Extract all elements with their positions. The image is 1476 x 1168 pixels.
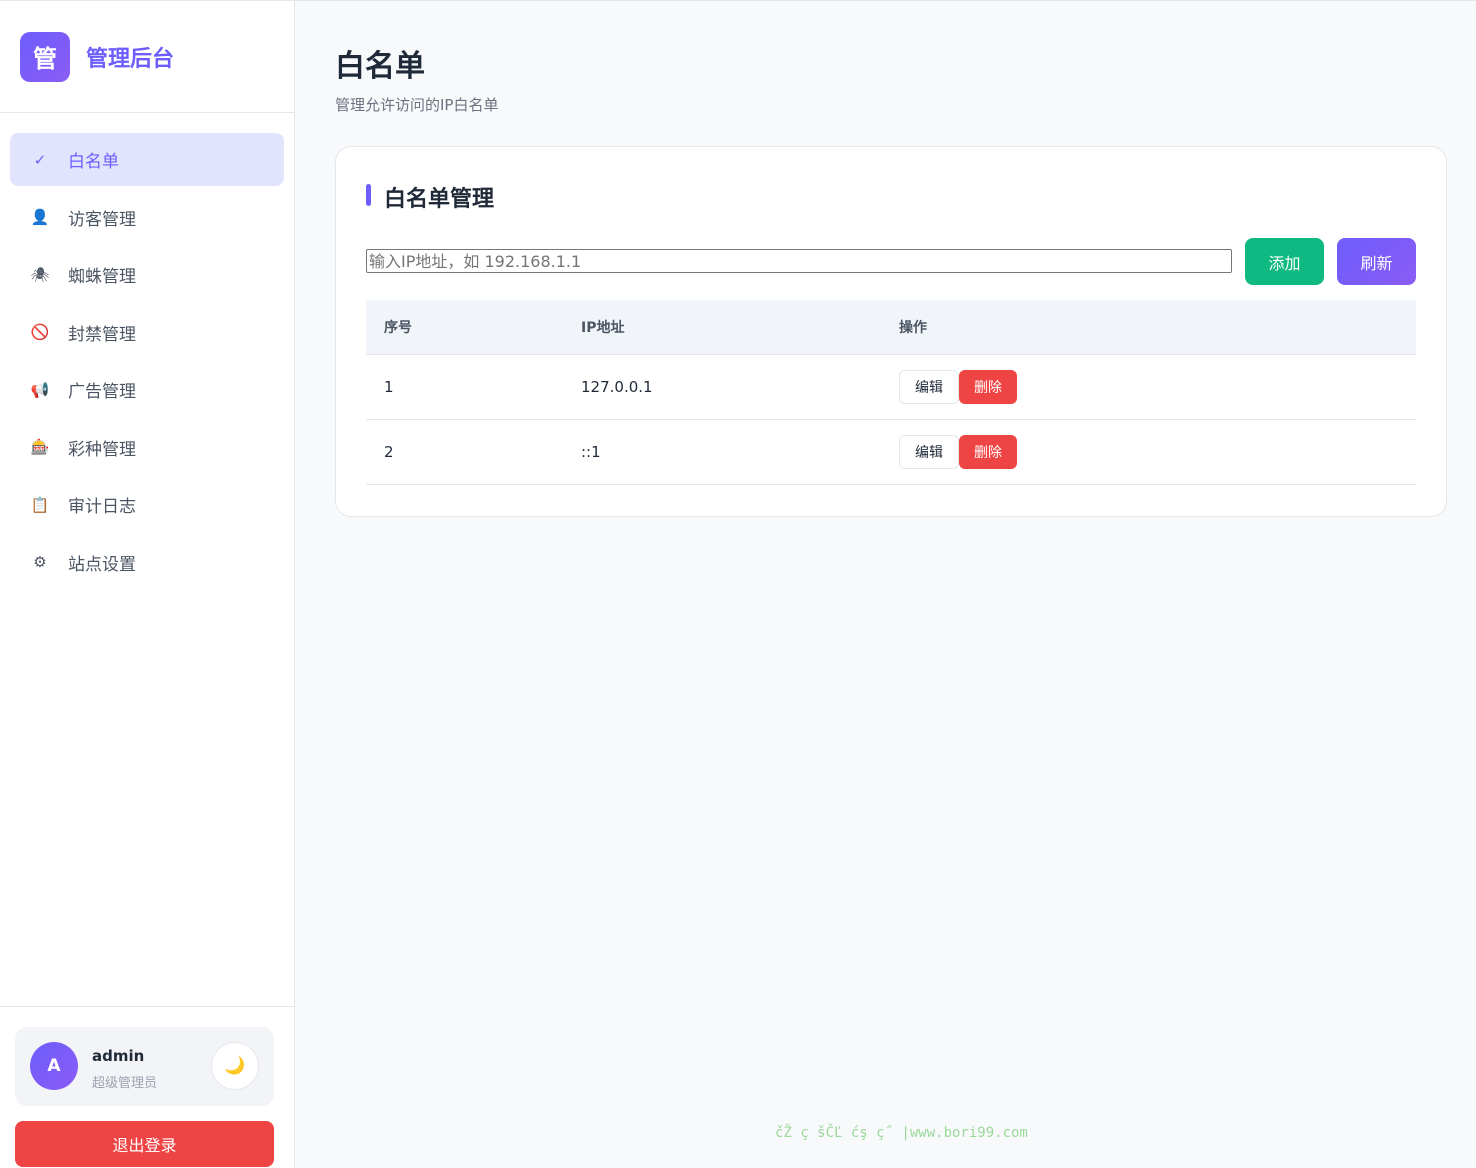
sidebar-nav: ✓ 白名单 👤 访客管理 🕷 蜘蛛管理 🚫 封禁管理 📢 广告管理 🎰 彩种管理… [0,113,294,589]
sidebar-item-label: 访客管理 [68,209,136,230]
check-icon: ✓ [33,150,47,169]
main-content: 白名单 管理允许访问的IP白名单 白名单管理 添加 刷新 序号 IP地址 操作 … [295,0,1476,1168]
page-title: 白名单 [335,49,425,84]
sidebar-item-label: 白名单 [68,152,119,172]
edit-button[interactable]: 编辑 [899,435,959,469]
cell-ip: ::1 [581,443,601,461]
add-button[interactable]: 添加 [1245,238,1324,285]
sidebar-item-label: 广告管理 [68,382,136,402]
delete-button[interactable]: 删除 [959,435,1017,469]
user-role: 超级管理员 [92,1076,158,1091]
sidebar-item-site-settings[interactable]: ⚙ 站点设置 [10,536,284,589]
megaphone-icon: 📢 [30,380,50,399]
sidebar: 管 管理后台 ✓ 白名单 👤 访客管理 🕷 蜘蛛管理 🚫 封禁管理 📢 广告管理… [0,0,295,1168]
brand: 管 管理后台 [0,1,294,113]
gear-icon: ⚙ [33,553,47,571]
column-header-index: 序号 [384,320,412,336]
edit-button[interactable]: 编辑 [899,370,959,404]
sidebar-item-label: 封禁管理 [68,324,136,345]
sidebar-item-audit-log[interactable]: 📋 审计日志 [10,478,284,531]
ip-input[interactable] [366,249,1232,273]
sidebar-item-visitors[interactable]: 👤 访客管理 [10,191,284,244]
page-subtitle: 管理允许访问的IP白名单 [335,96,499,114]
sidebar-footer: A admin 超级管理员 🌙 退出登录 [0,1006,294,1168]
spider-icon: 🕷 [30,265,50,284]
sidebar-item-lottery[interactable]: 🎰 彩种管理 [10,421,284,474]
moon-icon: 🌙 [224,1056,246,1076]
brand-logo: 管 [20,31,70,82]
avatar: A [30,1042,78,1090]
slot-machine-icon: 🎰 [30,438,50,456]
whitelist-card: 白名单管理 添加 刷新 序号 IP地址 操作 1 127.0.0.1 编辑 删除… [335,146,1447,517]
refresh-button[interactable]: 刷新 [1337,238,1416,285]
sidebar-item-label: 站点设置 [68,554,136,575]
table-header: 序号 IP地址 操作 [366,300,1416,355]
cell-ip: 127.0.0.1 [581,378,653,396]
cell-index: 2 [384,443,394,461]
column-header-ip: IP地址 [581,320,625,336]
ban-icon: 🚫 [30,323,50,341]
brand-name: 管理后台 [86,46,175,72]
cell-actions: 编辑 删除 [899,435,1416,469]
table-row: 1 127.0.0.1 编辑 删除 [366,355,1416,420]
sidebar-item-label: 蜘蛛管理 [68,267,136,287]
clipboard-icon: 📋 [30,495,50,514]
user-name: admin [92,1047,145,1065]
whitelist-table: 序号 IP地址 操作 1 127.0.0.1 编辑 删除 2 ::1 编辑 删除 [366,300,1416,485]
sidebar-item-spiders[interactable]: 🕷 蜘蛛管理 [10,248,284,301]
column-header-actions: 操作 [899,320,927,336]
theme-toggle-button[interactable]: 🌙 [211,1042,259,1090]
sidebar-item-label: 审计日志 [68,497,136,517]
delete-button[interactable]: 删除 [959,370,1017,404]
footer-text: čŽ ç šČĽ ćş ç˝ |www.bori99.com [775,1125,1028,1141]
sidebar-item-bans[interactable]: 🚫 封禁管理 [10,306,284,359]
table-row: 2 ::1 编辑 删除 [366,420,1416,485]
sidebar-item-label: 彩种管理 [68,439,136,460]
sidebar-item-ads[interactable]: 📢 广告管理 [10,363,284,416]
card-title-accent [366,184,371,206]
logout-button[interactable]: 退出登录 [15,1121,274,1167]
cell-actions: 编辑 删除 [899,370,1416,404]
visitor-icon: 👤 [30,208,50,226]
user-card: A admin 超级管理员 🌙 [15,1027,274,1106]
card-title: 白名单管理 [384,187,495,212]
sidebar-item-whitelist[interactable]: ✓ 白名单 [10,133,284,186]
cell-index: 1 [384,378,394,396]
